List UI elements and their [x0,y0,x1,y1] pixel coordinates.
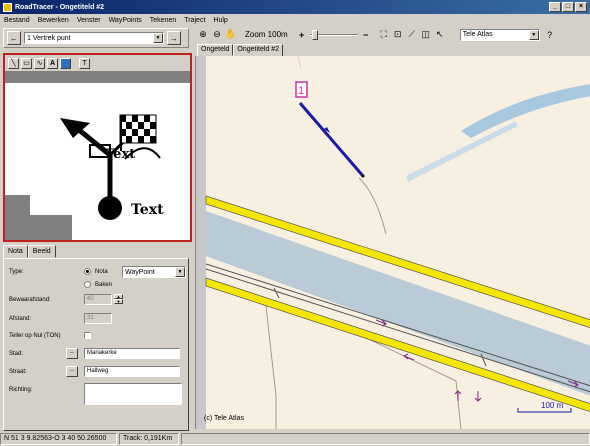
menu-hulp[interactable]: Hulp [213,17,227,24]
zoom-level: Zoom 100m [245,30,288,39]
teller-checkbox[interactable] [84,332,91,339]
bewaar-stepper[interactable]: ▲ ▼ [114,294,123,305]
teller-label: Teller op Nul (TON) [9,333,61,339]
split-view-icon[interactable]: ◫ [420,29,432,41]
waypoint-type-select[interactable]: WayPoint ▼ [122,266,186,278]
tab-nota[interactable]: Nota [3,245,28,258]
route-draw-icon[interactable]: ⟋ [406,29,418,41]
pan-hand-icon[interactable]: ✋ [225,29,237,41]
text-tool-icon[interactable]: A [47,57,58,69]
editor-header-strip [5,71,190,83]
status-bar: N 51 3 9.82563-O 3 40 50.26500 Track: 0,… [0,432,590,446]
stad-browse-button[interactable]: ... [66,348,78,359]
type-label: Type: [9,269,24,275]
map-provider-select[interactable]: Tele Atlas ▼ [459,28,540,41]
chevron-down-icon: ▼ [153,33,163,43]
straat-label: Straat: [9,369,27,375]
rectangle-tool-icon[interactable]: ▭ [21,57,32,69]
menu-bar: Bestand Bewerken Venster WayPoints Teken… [0,14,590,26]
stepper-down-icon[interactable]: ▼ [114,299,123,304]
editor-canvas[interactable]: Text Text [5,83,190,240]
waypoint-marker-label[interactable]: 1 [298,85,304,97]
richting-field[interactable] [84,383,182,405]
arrow-right-icon: → [170,33,178,43]
window-controls: _ □ × [549,2,587,12]
title-bar: RoadTracer - Ongetiteld #2 _ □ × [0,0,590,14]
status-track: Track: 0,191Km [119,433,179,445]
afstand-label: Afstand: [9,316,32,322]
menu-venster[interactable]: Venster [77,17,101,24]
richting-label: Richting: [9,387,33,393]
status-empty [181,433,590,445]
next-waypoint-button[interactable]: → [167,31,181,45]
menu-tekenen[interactable]: Tekenen [150,17,176,24]
previous-waypoint-button[interactable]: ← [7,31,21,45]
tab-ongetiteld-2[interactable]: Ongetiteld #2 [233,44,284,56]
menu-traject[interactable]: Traject [184,17,205,24]
plus-icon[interactable]: + [296,29,308,41]
gps-icon[interactable]: ⊡ [392,29,404,41]
help-icon[interactable]: ? [544,29,556,41]
zoom-slider[interactable] [309,29,358,41]
stad-label: Stad: [9,351,24,357]
map-scale-label: 100 m [541,401,564,410]
app-icon [3,2,12,12]
app-window: RoadTracer - Ongetiteld #2 _ □ × Bestand… [0,0,590,446]
radio-nota[interactable] [84,268,91,275]
map-tabs: Ongeteld Ongetiteld #2 [197,44,284,56]
menu-bestand[interactable]: Bestand [4,17,30,24]
prop-tabs: Nota Beeld [3,245,56,258]
menu-waypoints[interactable]: WayPoints [109,17,142,24]
map-canvas[interactable]: 1 (c) Tele Atlas 100 m [196,56,590,429]
zoom-slider-thumb[interactable] [311,29,318,40]
stad-field[interactable]: Mariakerke [84,348,180,359]
nota-label: Nota [95,269,108,275]
window-title: RoadTracer - Ongetiteld #2 [15,3,105,11]
waypoint-type-value: WayPoint [125,268,155,276]
select-arrow-icon[interactable]: ↖ [434,29,446,41]
map-provider-value: Tele Atlas [462,31,493,38]
zoom-in-icon[interactable]: ⊕ [197,29,209,41]
waypoint-select-value: 1 Vertrek punt [27,34,71,42]
waypoint-properties: Nota Beeld Type: Nota Baken WayPoint ▼ B… [3,245,189,431]
zoom-out-icon[interactable]: ⊖ [211,29,223,41]
waypoint-toolbar: ← 1 Vertrek punt ▼ → [3,28,189,48]
editor-toolbar: ╲ ▭ ∿ A T [5,55,190,71]
map-view[interactable]: 1 (c) Tele Atlas 100 m [195,56,590,429]
bewaar-label: Bewaarafstand: [9,297,51,303]
font-tool-icon[interactable]: T [79,57,90,69]
icon-editor: ╲ ▭ ∿ A T Text Text [3,53,192,242]
curve-tool-icon[interactable]: ∿ [34,57,45,69]
editor-text-bottom: Text [131,202,164,218]
editor-text-top: Text [105,147,135,162]
radio-baken[interactable] [84,281,91,288]
straat-field[interactable]: Hallweg [84,366,180,377]
straat-browse-button[interactable]: ... [66,366,78,377]
chevron-down-icon: ▼ [175,267,185,277]
fit-screen-icon[interactable]: ⛶ [378,29,390,41]
fill-tool-icon[interactable] [60,57,71,69]
line-tool-icon[interactable]: ╲ [8,57,19,69]
close-button[interactable]: × [575,2,587,12]
tab-ongeteld[interactable]: Ongeteld [197,44,234,56]
map-toolbar: ⊕ ⊖ ✋ Zoom 100m + − ⛶ ⊡ ⟋ ◫ ↖ Tele Atlas… [195,26,590,43]
bewaar-field[interactable]: 40 [84,294,112,305]
minus-icon[interactable]: − [360,29,372,41]
prop-body: Type: Nota Baken WayPoint ▼ Bewaarafstan… [3,258,189,431]
baken-label: Baken [95,282,113,288]
status-coords: N 51 3 9.82563-O 3 40 50.26500 [0,433,117,445]
tab-beeld[interactable]: Beeld [27,245,56,258]
maximize-button[interactable]: □ [562,2,574,12]
menu-bewerken[interactable]: Bewerken [38,17,69,24]
chevron-down-icon: ▼ [528,29,539,40]
minimize-button[interactable]: _ [549,2,561,12]
afstand-field: 31 [84,313,112,324]
map-copyright: (c) Tele Atlas [204,415,244,422]
arrow-left-icon: ← [10,33,18,43]
waypoint-select[interactable]: 1 Vertrek punt ▼ [24,32,164,44]
